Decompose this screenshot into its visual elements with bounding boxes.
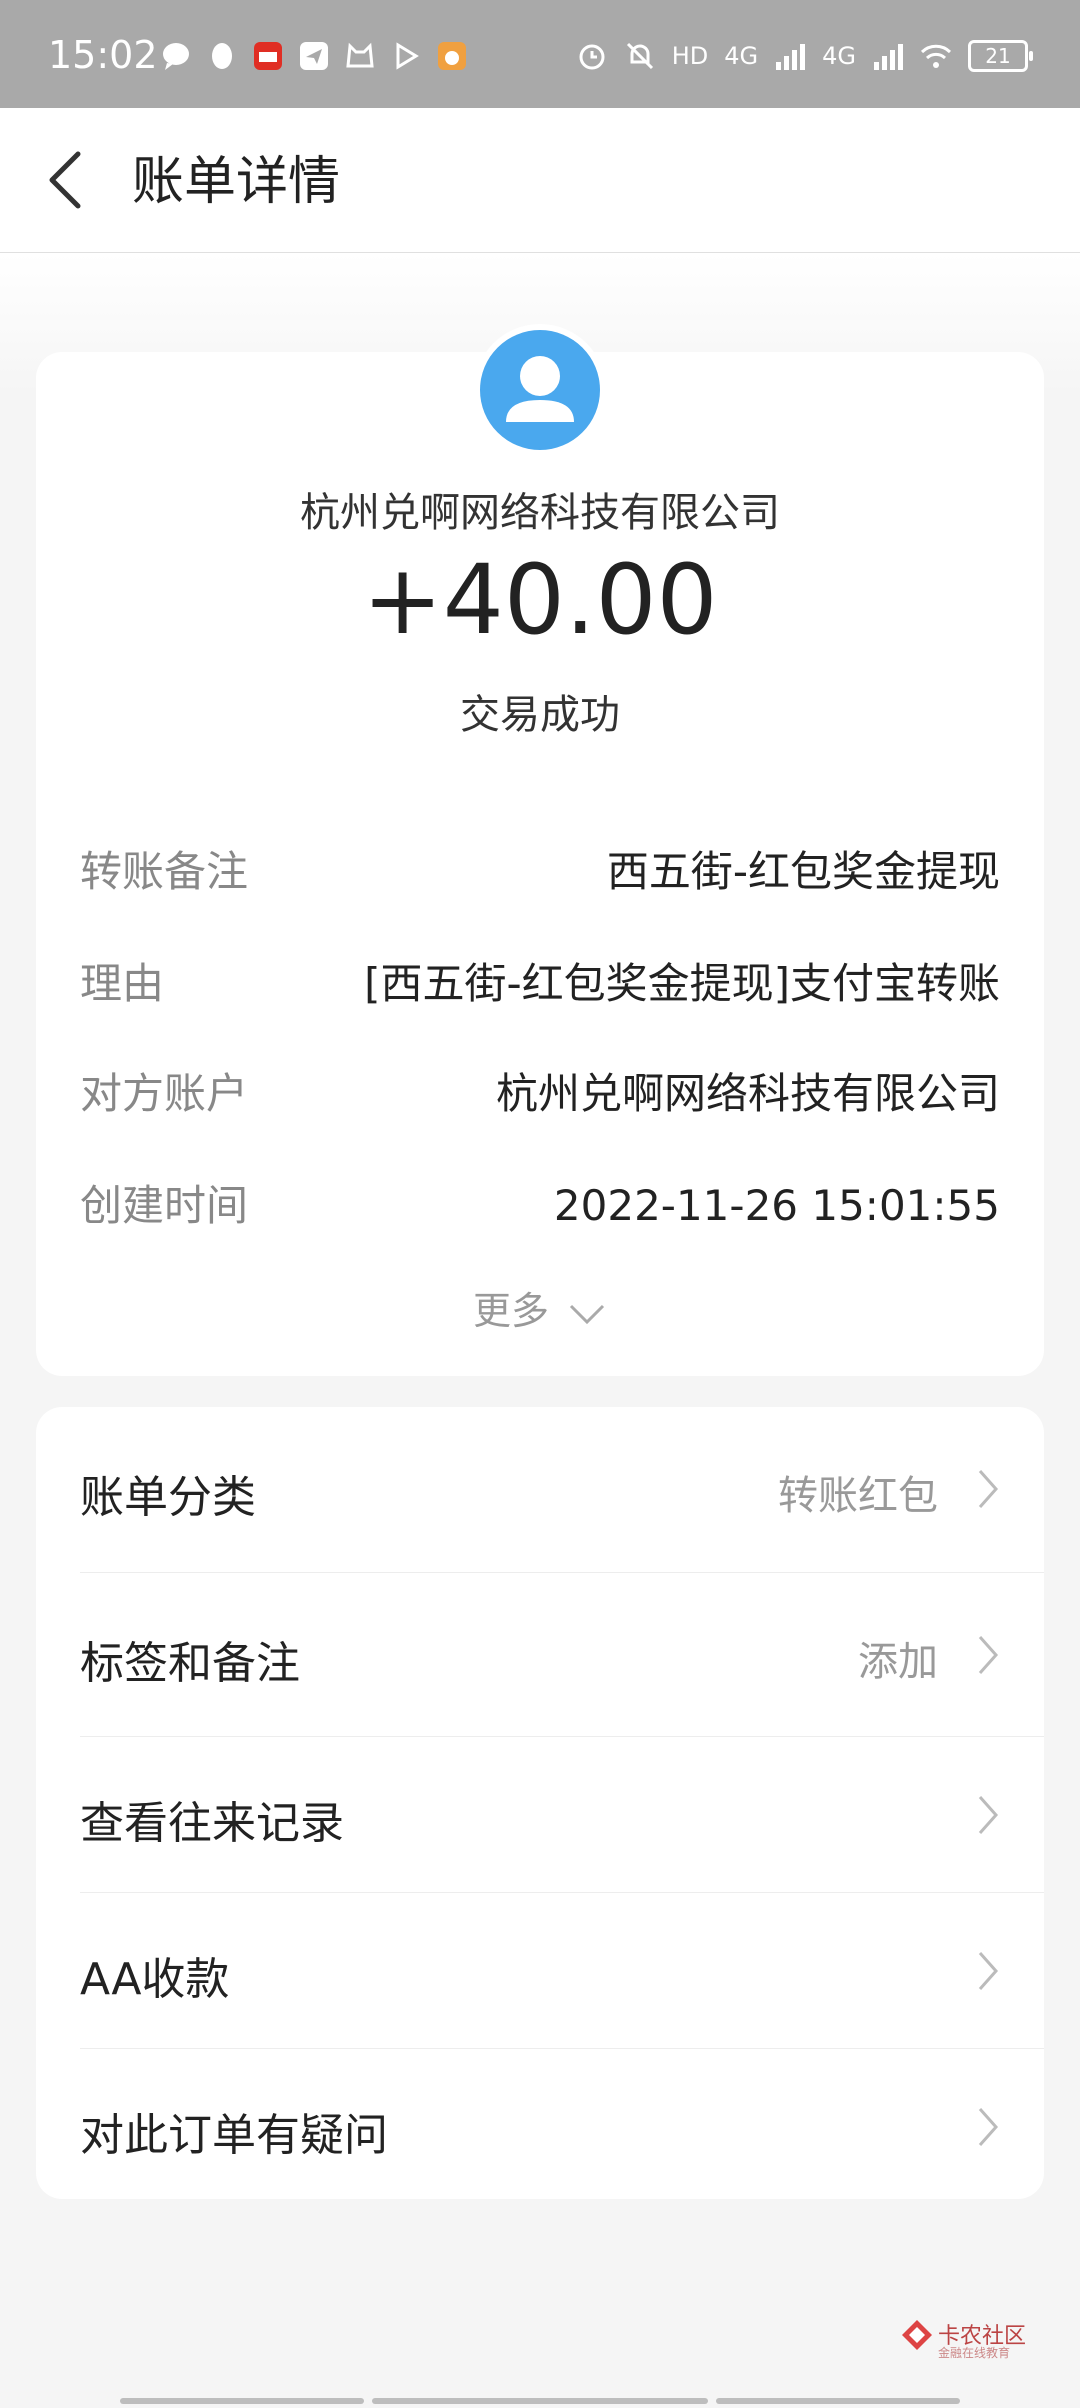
detail-value: 2022-11-26 15:01:55: [553, 1181, 1000, 1230]
menu-item-order-question[interactable]: 对此订单有疑问: [36, 2049, 1044, 2199]
chevron-down-icon: [569, 1304, 605, 1324]
menu-item-label: 账单分类: [80, 1472, 256, 1523]
message-bubble-icon: [163, 43, 189, 70]
battery-icon: 21: [968, 40, 1033, 72]
top-app-bar: 账单详情: [0, 108, 1080, 253]
menu-item-label: 对此订单有疑问: [80, 2110, 388, 2161]
transaction-amount: +40.00: [362, 544, 718, 656]
menu-item-tags-notes[interactable]: 标签和备注 添加: [36, 1573, 1044, 1737]
menu-item-value: 转账红包: [778, 1473, 938, 1519]
status-time: 15:02: [48, 33, 158, 77]
alarm-clock-icon: [579, 44, 605, 70]
signal-bars-icon: [776, 44, 806, 70]
back-arrow-icon[interactable]: [44, 148, 88, 212]
menu-item-label: 标签和备注: [80, 1638, 300, 1689]
notification-icons: [160, 40, 468, 72]
menu-item-aa-collection[interactable]: AA收款: [36, 1893, 1044, 2049]
pinduoduo-app-icon: [254, 42, 282, 70]
menu-item-bill-category[interactable]: 账单分类 转账红包: [36, 1407, 1044, 1573]
detail-label: 创建时间: [80, 1181, 249, 1230]
mute-bell-icon: [626, 42, 653, 70]
cat-app-icon: [346, 42, 374, 68]
chevron-right-icon: [978, 2108, 999, 2146]
detail-label: 转账备注: [80, 847, 249, 896]
more-details-toggle[interactable]: 更多: [36, 1280, 1044, 1335]
network-type-1: 4G: [724, 42, 759, 70]
detail-value: 杭州兑啊网络科技有限公司: [495, 1069, 1000, 1118]
chevron-right-icon: [978, 1796, 999, 1834]
menu-item-label: AA收款: [80, 1954, 230, 2005]
avatar: [474, 324, 606, 456]
detail-value: [西五街-红包奖金提现]支付宝转账: [364, 959, 1000, 1008]
network-type-2: 4G: [822, 42, 856, 70]
user-silhouette-icon: [506, 356, 574, 422]
detail-row-counterparty: 对方账户 杭州兑啊网络科技有限公司: [80, 1064, 1000, 1124]
menu-item-value: 添加: [858, 1639, 938, 1685]
status-bar: 15:02 HD 4G 4G 21: [0, 0, 1080, 108]
bill-actions-card: 账单分类 转账红包 标签和备注 添加 查看往来记录 AA收款 对此订单有疑问: [36, 1407, 1044, 2199]
hd-indicator: HD: [671, 42, 709, 70]
merchant-name: 杭州兑啊网络科技有限公司: [300, 490, 780, 536]
detail-label: 对方账户: [80, 1069, 249, 1118]
chevron-right-icon: [978, 1952, 999, 1990]
more-label: 更多: [472, 1289, 549, 1333]
detail-label: 理由: [80, 959, 165, 1008]
signal-bars-icon: [874, 44, 903, 70]
paper-plane-icon: [300, 42, 328, 70]
game-app-icon: [438, 42, 466, 70]
menu-item-label: 查看往来记录: [80, 1798, 344, 1849]
detail-row-created-time: 创建时间 2022-11-26 15:01:55: [80, 1176, 1000, 1236]
transaction-status: 交易成功: [460, 692, 620, 738]
gesture-bar-segment: [372, 2398, 708, 2404]
qq-penguin-icon: [212, 43, 232, 69]
chevron-right-icon: [978, 1636, 999, 1674]
gesture-bar-segment: [120, 2398, 364, 2404]
bill-detail-card: 杭州兑啊网络科技有限公司 +40.00 交易成功 转账备注 西五街-红包奖金提现…: [36, 324, 1044, 1376]
detail-value: 西五街-红包奖金提现: [606, 847, 1000, 896]
detail-row-reason: 理由 [西五街-红包奖金提现]支付宝转账: [80, 954, 1000, 1014]
watermark-subtext: 金融在线教育: [938, 2346, 1011, 2360]
system-status-icons: HD 4G 4G 21: [576, 40, 1033, 72]
detail-row-transfer-note: 转账备注 西五街-红包奖金提现: [80, 842, 1000, 902]
chevron-right-icon: [978, 1470, 999, 1508]
kanong-logo-icon: [902, 2320, 932, 2350]
menu-item-transaction-history[interactable]: 查看往来记录: [36, 1737, 1044, 1893]
gesture-bar-segment: [716, 2398, 960, 2404]
play-icon: [396, 42, 419, 70]
wifi-icon: [920, 44, 952, 68]
page-title: 账单详情: [132, 152, 341, 212]
